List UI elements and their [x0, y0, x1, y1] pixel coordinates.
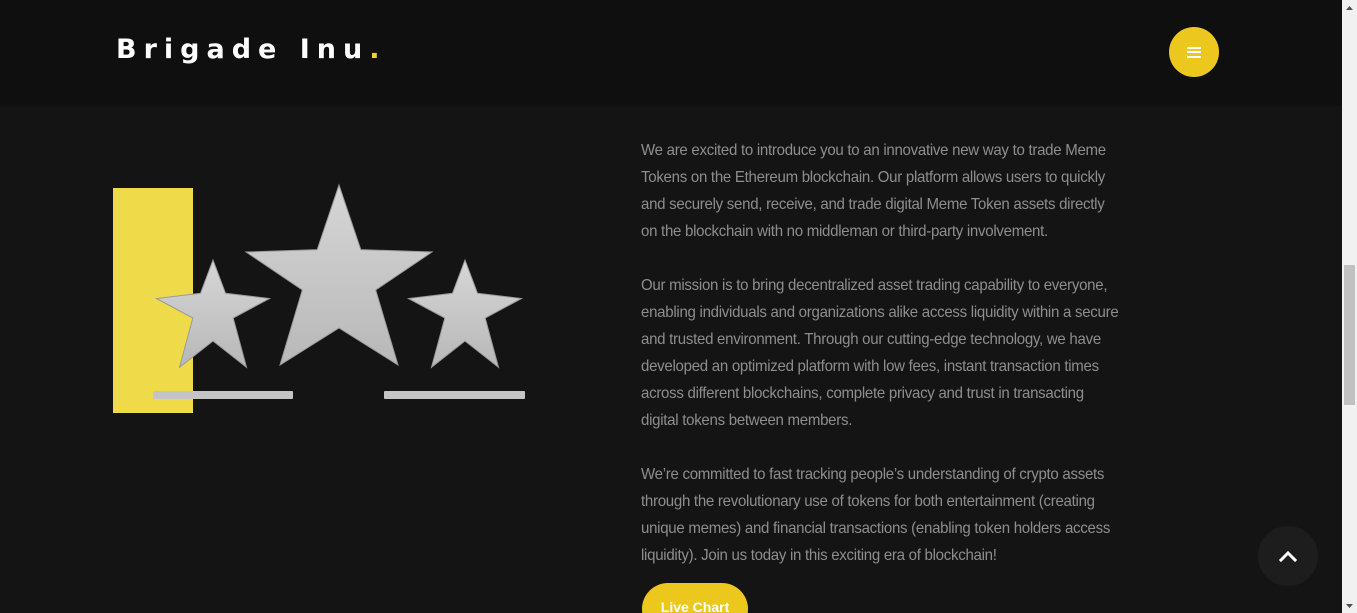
- large-star-center: [244, 183, 434, 367]
- three-stars-illustration: [110, 180, 530, 420]
- base-bar-left: [153, 391, 293, 399]
- small-star-right: [406, 258, 524, 369]
- about-content: We are excited to introduce you to an in…: [641, 137, 1120, 596]
- site-logo[interactable]: Brigade Inu.: [116, 34, 380, 65]
- vertical-scrollbar[interactable]: [1342, 0, 1357, 613]
- back-to-top-button[interactable]: [1258, 526, 1318, 586]
- about-paragraph-2: Our mission is to bring decentralized as…: [641, 277, 1119, 429]
- scroll-up-arrow-icon[interactable]: [1342, 0, 1357, 15]
- hamburger-icon: [1187, 46, 1201, 58]
- scroll-down-arrow-icon[interactable]: [1342, 598, 1357, 613]
- base-bar-right: [384, 391, 525, 399]
- live-chart-button[interactable]: Live Chart: [642, 583, 748, 613]
- logo-text: Brigade Inu: [116, 34, 370, 65]
- scrollbar-thumb[interactable]: [1344, 265, 1355, 405]
- about-paragraph-1: We are excited to introduce you to an in…: [641, 142, 1106, 240]
- browser-viewport: Brigade Inu. We are excited to introduce…: [0, 0, 1357, 613]
- logo-dot: .: [369, 34, 380, 65]
- chevron-up-icon: [1279, 550, 1297, 562]
- page: Brigade Inu. We are excited to introduce…: [0, 0, 1342, 613]
- site-header: Brigade Inu.: [0, 0, 1342, 106]
- menu-button[interactable]: [1169, 27, 1219, 77]
- about-paragraph-3: We’re committed to fast tracking people’…: [641, 466, 1111, 564]
